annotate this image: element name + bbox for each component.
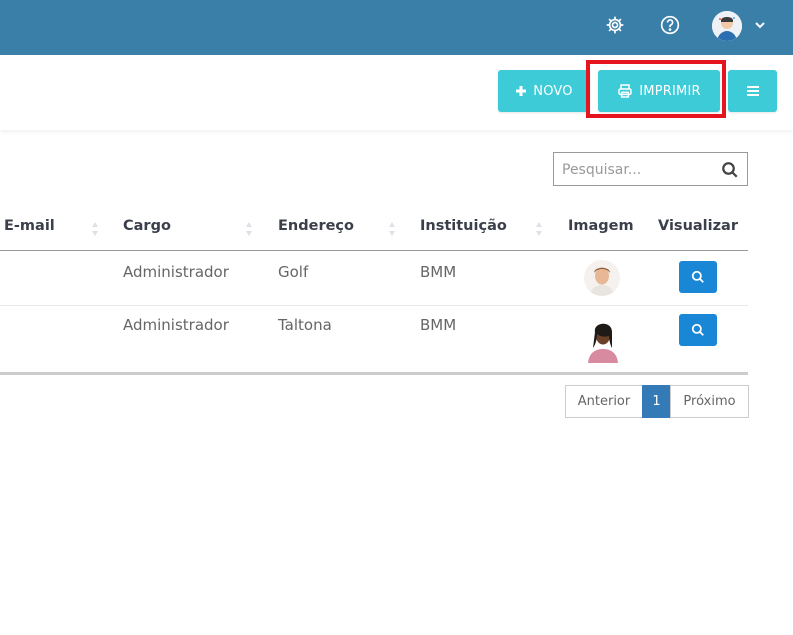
cell-cargo: Administrador bbox=[123, 316, 229, 334]
user-photo bbox=[584, 260, 620, 296]
column-header-email[interactable]: E-mail bbox=[4, 218, 55, 234]
plus-icon bbox=[516, 86, 527, 96]
column-header-visualizar: Visualizar bbox=[658, 218, 738, 234]
chevron-down-icon[interactable] bbox=[752, 17, 768, 33]
user-avatar[interactable] bbox=[712, 11, 742, 41]
search-input[interactable] bbox=[560, 160, 714, 180]
view-button[interactable] bbox=[679, 261, 717, 293]
table-footer-divider bbox=[0, 372, 748, 375]
help-circle-icon[interactable] bbox=[657, 12, 683, 38]
bars-icon bbox=[746, 86, 759, 96]
print-button-highlight bbox=[586, 60, 726, 118]
search-icon bbox=[691, 323, 704, 336]
cell-instituicao: BMM bbox=[420, 316, 457, 334]
search-icon bbox=[691, 270, 704, 283]
sort-icon[interactable] bbox=[90, 219, 100, 239]
pagination-next[interactable]: Próximo bbox=[670, 385, 749, 418]
pagination-page-1[interactable]: 1 bbox=[642, 385, 671, 418]
sort-icon[interactable] bbox=[387, 219, 397, 239]
view-button[interactable] bbox=[679, 314, 717, 346]
search-box bbox=[553, 152, 748, 186]
search-icon[interactable] bbox=[721, 161, 739, 179]
row-divider bbox=[0, 305, 748, 306]
cell-cargo: Administrador bbox=[123, 263, 229, 281]
pagination-previous[interactable]: Anterior bbox=[565, 385, 643, 418]
table-header-divider bbox=[0, 250, 748, 251]
cell-endereco: Taltona bbox=[278, 316, 332, 334]
user-photo bbox=[584, 318, 622, 363]
menu-button[interactable] bbox=[728, 70, 777, 112]
column-header-instituicao[interactable]: Instituição bbox=[420, 218, 507, 234]
column-header-cargo[interactable]: Cargo bbox=[123, 218, 171, 234]
top-navbar bbox=[0, 0, 793, 55]
sort-icon[interactable] bbox=[534, 219, 544, 239]
column-header-endereco[interactable]: Endereço bbox=[278, 218, 354, 234]
column-header-imagem: Imagem bbox=[568, 218, 634, 234]
new-button-label: NOVO bbox=[533, 83, 573, 99]
cell-endereco: Golf bbox=[278, 263, 309, 281]
gear-icon[interactable] bbox=[602, 12, 628, 38]
cell-instituicao: BMM bbox=[420, 263, 457, 281]
new-button[interactable]: NOVO bbox=[498, 70, 590, 112]
sort-icon[interactable] bbox=[244, 219, 254, 239]
